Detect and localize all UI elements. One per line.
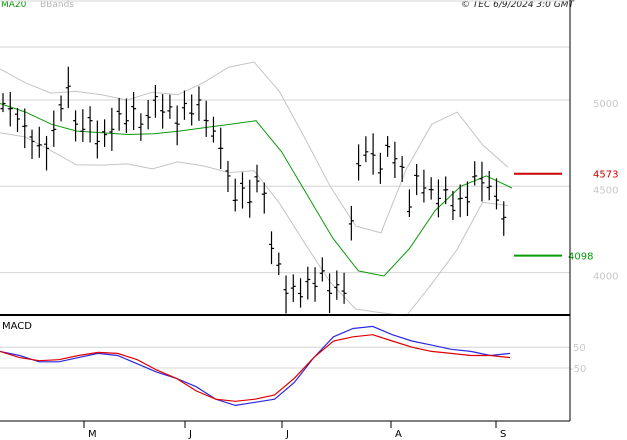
ma20-line bbox=[0, 103, 513, 277]
support-label: 4098 bbox=[568, 252, 593, 263]
bband-upper bbox=[0, 61, 509, 234]
chart-stage: MA20 BBands © TEC 6/9/2024 3:0 GMT 4000 4… bbox=[0, 0, 627, 440]
month-label: J bbox=[188, 429, 192, 440]
month-label: A bbox=[395, 429, 402, 440]
macd-tick-label: -50 bbox=[570, 364, 586, 375]
macd-tick-label: 50 bbox=[573, 343, 586, 354]
month-label: S bbox=[500, 429, 506, 440]
macd-title: MACD bbox=[2, 321, 32, 332]
bband-lower bbox=[0, 132, 509, 317]
price-tick-label: 4000 bbox=[593, 272, 618, 283]
price-tick-label: 4500 bbox=[593, 185, 618, 196]
price-tick-label: 5000 bbox=[593, 99, 618, 110]
price-chart: 4000 4500 5000 50 -50 4573 4098 MACD M J J A S bbox=[0, 0, 618, 440]
month-label: M bbox=[88, 429, 97, 440]
month-label: J bbox=[285, 429, 289, 440]
macd-line bbox=[0, 325, 511, 407]
resistance-label: 4573 bbox=[593, 170, 618, 181]
